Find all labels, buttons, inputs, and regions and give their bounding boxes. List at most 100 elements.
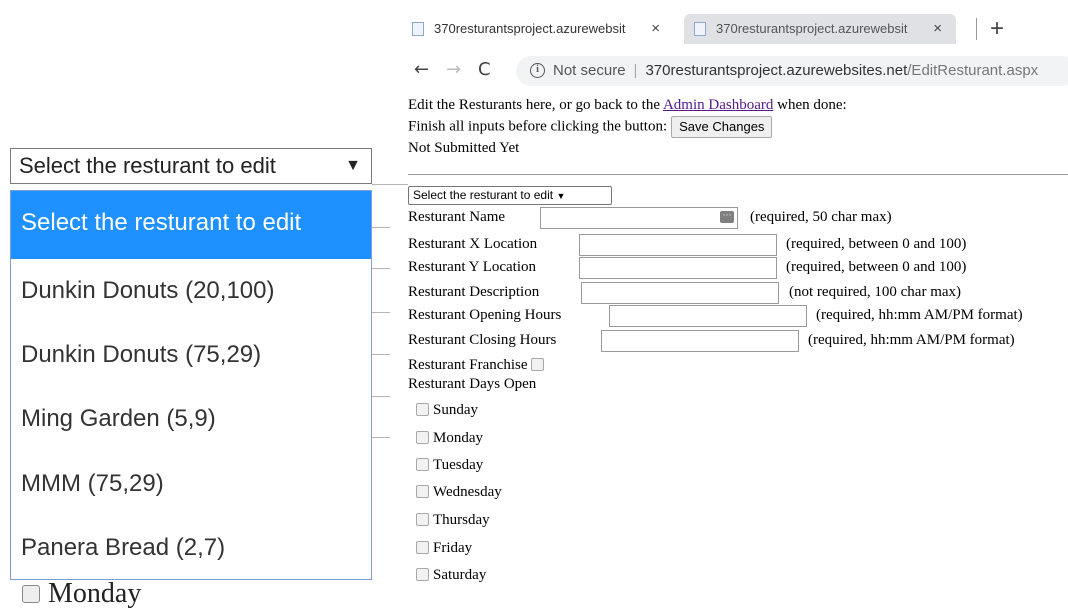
day-label: Friday	[433, 540, 473, 556]
divider	[408, 174, 1068, 175]
intro-suffix: when done:	[777, 97, 847, 113]
dropdown-arrow-icon: ▼	[556, 191, 566, 201]
wednesday-checkbox[interactable]	[416, 484, 429, 498]
closing-hours-input[interactable]	[601, 330, 799, 352]
franchise-row: Resturant Franchise	[408, 356, 545, 374]
divider	[372, 437, 390, 438]
name-note: (required, 50 char max)	[750, 209, 892, 225]
divider	[372, 354, 390, 355]
name-row: Resturant Name ··· (required, 50 char ma…	[408, 207, 892, 229]
info-icon[interactable]: i	[530, 62, 545, 78]
browser-toolbar: ← → C i Not secure | 370resturantsproject.a…	[390, 52, 1068, 90]
day-row-saturday: Saturday	[416, 566, 486, 584]
close-icon[interactable]: ×	[933, 14, 942, 44]
close-icon[interactable]: ×	[651, 14, 660, 44]
day-row-friday: Friday	[416, 539, 472, 557]
dropdown-option[interactable]: MMM (75,29)	[11, 452, 371, 516]
security-label: Not secure	[553, 62, 626, 79]
opening-hours-note: (required, hh:mm AM/PM format)	[816, 307, 1023, 323]
day-label: Tuesday	[433, 457, 484, 473]
opening-hours-input[interactable]	[609, 305, 807, 327]
description-label: Resturant Description	[408, 284, 540, 300]
url-host: 370resturantsproject.azurewebsites.net	[645, 62, 908, 79]
intro-prefix: Edit the Resturants here, or go back to …	[408, 97, 661, 113]
resturant-select[interactable]: Select the resturant to edit ▼	[408, 186, 612, 205]
divider	[372, 312, 390, 313]
checkbox-icon	[22, 585, 40, 604]
page-favicon-icon	[694, 22, 706, 36]
admin-dashboard-link[interactable]: Admin Dashboard	[663, 97, 773, 113]
description-note: (not required, 100 char max)	[789, 284, 962, 300]
opening-hours-label: Resturant Opening Hours	[408, 307, 562, 323]
day-row-wednesday: Wednesday	[416, 483, 502, 501]
tab-inactive[interactable]: 370resturantsproject.azurewebsit ×	[684, 14, 956, 44]
closing-hours-row: Resturant Closing Hours (required, hh:mm…	[408, 330, 1015, 352]
divider	[372, 268, 390, 269]
reload-icon[interactable]: C	[478, 58, 491, 82]
new-tab-button[interactable]: +	[990, 14, 1004, 44]
dropdown-option[interactable]: Dunkin Donuts (75,29)	[11, 323, 371, 387]
name-input[interactable]: ···	[540, 207, 738, 229]
closing-hours-note: (required, hh:mm AM/PM format)	[808, 332, 1015, 348]
zoomed-select-value: Select the resturant to edit	[19, 153, 276, 178]
y-location-row: Resturant Y Location (required, between …	[408, 257, 966, 279]
thursday-checkbox[interactable]	[416, 512, 429, 526]
finish-line: Finish all inputs before clicking the bu…	[408, 116, 1068, 138]
dropdown-option[interactable]: Panera Bread (2,7)	[11, 516, 371, 579]
dropdown-option[interactable]: Ming Garden (5,9)	[11, 387, 371, 451]
sunday-checkbox[interactable]	[416, 402, 429, 416]
tab-strip: 370resturantsproject.azurewebsit × 370re…	[390, 0, 1068, 52]
days-open-label: Resturant Days Open	[408, 376, 537, 392]
day-row-tuesday: Tuesday	[416, 456, 483, 474]
y-location-note: (required, between 0 and 100)	[786, 259, 967, 275]
dropdown-option[interactable]: Select the resturant to edit	[11, 191, 371, 259]
page-favicon-icon	[412, 22, 424, 36]
tab-active[interactable]: 370resturantsproject.azurewebsit ×	[402, 14, 674, 44]
finish-text: Finish all inputs before clicking the bu…	[408, 118, 668, 135]
y-location-label: Resturant Y Location	[408, 259, 537, 275]
status-text: Not Submitted Yet	[408, 140, 520, 156]
opening-hours-row: Resturant Opening Hours (required, hh:mm…	[408, 305, 1023, 327]
day-row-monday: Monday	[416, 429, 483, 447]
dropdown-arrow-icon: ▼	[345, 157, 361, 174]
dropdown-option[interactable]: Dunkin Donuts (20,100)	[11, 259, 371, 323]
divider	[372, 396, 390, 397]
autofill-icon[interactable]: ···	[720, 211, 734, 223]
day-label: Sunday	[433, 402, 478, 418]
day-label: Thursday	[433, 512, 490, 528]
friday-checkbox[interactable]	[416, 540, 429, 554]
address-bar[interactable]: i Not secure | 370resturantsproject.azurewe…	[516, 56, 1068, 86]
name-label: Resturant Name	[408, 209, 506, 225]
back-icon[interactable]: ←	[414, 58, 429, 82]
browser-window: 370resturantsproject.azurewebsit × 370re…	[390, 0, 1068, 597]
day-row-thursday: Thursday	[416, 511, 490, 529]
save-changes-button[interactable]: Save Changes	[671, 116, 773, 138]
zoomed-dropdown-list: Select the resturant to edit Dunkin Donu…	[10, 190, 372, 580]
y-location-input[interactable]	[579, 257, 777, 279]
x-location-note: (required, between 0 and 100)	[786, 236, 967, 252]
day-label: Saturday	[433, 567, 487, 583]
tuesday-checkbox[interactable]	[416, 457, 429, 471]
tab-title: 370resturantsproject.azurewebsit	[434, 21, 626, 36]
divider	[976, 18, 977, 40]
description-input[interactable]	[581, 282, 779, 304]
select-value: Select the resturant to edit	[413, 188, 554, 202]
day-label: Wednesday	[433, 484, 502, 500]
x-location-input[interactable]	[579, 234, 777, 256]
divider	[372, 227, 390, 228]
zoomed-resturant-select[interactable]: Select the resturant to edit ▼	[10, 148, 372, 184]
day-row-sunday: Sunday	[416, 401, 478, 419]
zoomed-monday-label: Monday	[48, 578, 142, 609]
url-path: /EditResturant.aspx	[907, 62, 1039, 79]
franchise-checkbox[interactable]	[531, 357, 545, 371]
forward-icon[interactable]: →	[446, 58, 461, 82]
monday-checkbox[interactable]	[416, 430, 429, 444]
x-location-row: Resturant X Location (required, between …	[408, 234, 966, 256]
page-header-text: Edit the Resturants here, or go back to …	[408, 96, 1068, 157]
intro-line: Edit the Resturants here, or go back to …	[408, 96, 1068, 114]
day-label: Monday	[433, 430, 483, 446]
saturday-checkbox[interactable]	[416, 567, 429, 581]
description-row: Resturant Description (not required, 100…	[408, 282, 961, 304]
tab-title: 370resturantsproject.azurewebsit	[716, 21, 908, 36]
closing-hours-label: Resturant Closing Hours	[408, 332, 557, 348]
